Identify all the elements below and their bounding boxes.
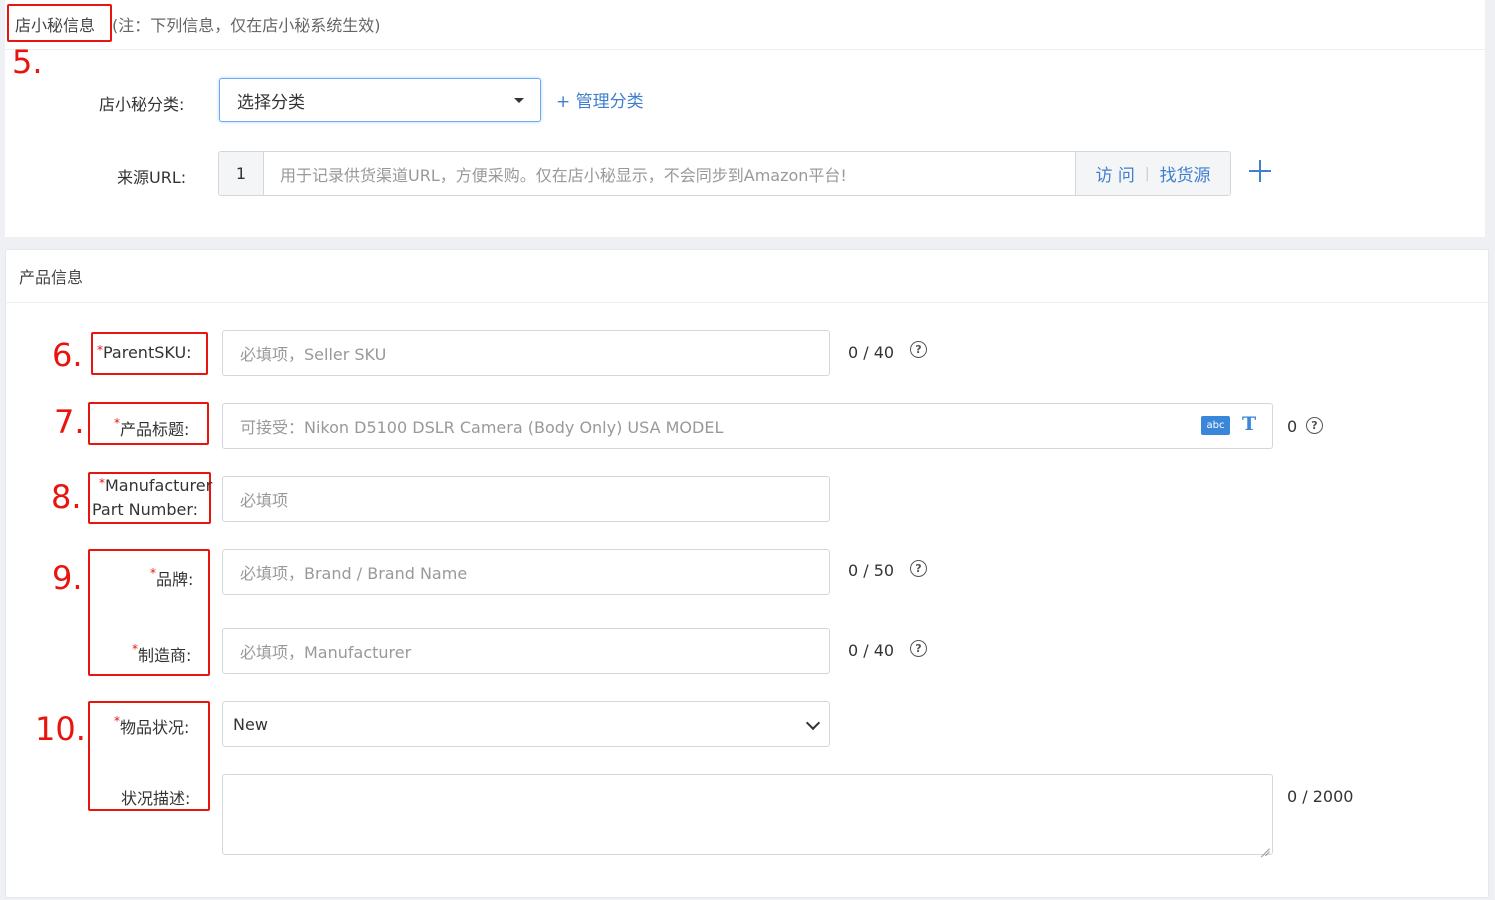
category-label: 店小秘分类: [99,95,185,114]
text-format-icon[interactable]: T [1242,413,1256,435]
spellcheck-abc-icon[interactable]: abc [1201,416,1230,435]
condition-desc-label: 状况描述: [121,789,191,808]
manufacturer-label: *制造商: [132,642,191,666]
manufacturer-label-text: 制造商: [138,646,192,665]
mpn-label-line2: Part Number: [92,500,199,519]
annotation-number-6: 6. [52,336,83,374]
product-section-title: 产品信息 [19,268,84,287]
find-supplier-button[interactable]: 找货源 [1160,161,1211,186]
product-title-label: *产品标题: [114,416,189,440]
help-icon[interactable]: ? [910,640,927,657]
annotation-box-5 [7,4,112,42]
manufacturer-counter: 0 / 40 [848,641,895,660]
visit-button[interactable]: 访 问 [1095,161,1134,186]
action-separator: | [1144,165,1150,182]
help-icon[interactable]: ? [910,560,927,577]
parent-sku-input[interactable]: 必填项，Seller SKU [222,330,830,376]
condition-select-value: New [233,714,268,734]
source-url-actions: 访 问 | 找货源 [1075,152,1230,195]
manage-category-link[interactable]: + 管理分类 [556,87,644,112]
resize-grip-icon[interactable] [1260,842,1270,852]
product-title-label-text: 产品标题: [120,420,190,439]
annotation-number-10: 10. [35,710,86,748]
manufacturer-input[interactable]: 必填项，Manufacturer [222,628,830,674]
condition-label: *物品状况: [114,714,189,738]
annotation-number-9: 9. [52,559,83,597]
category-select[interactable]: 选择分类 [219,78,541,122]
parent-sku-label: *ParentSKU: [97,343,192,362]
mpn-label-line1: *Manufacturer [99,476,212,495]
store-section-note: (注：下列信息，仅在店小秘系统生效) [112,16,381,35]
product-title-input[interactable]: 可接受：Nikon D5100 DSLR Camera (Body Only) … [222,403,1273,449]
help-icon[interactable]: ? [1306,417,1323,434]
mpn-input[interactable]: 必填项 [222,476,830,522]
brand-counter: 0 / 50 [848,561,895,580]
condition-label-text: 物品状况: [120,718,190,737]
annotation-number-8: 8. [51,478,82,516]
source-url-label: 来源URL: [117,168,187,187]
help-icon[interactable]: ? [910,341,927,358]
brand-label-text: 品牌: [156,570,194,589]
annotation-number-5: 5. [12,43,43,81]
chevron-down-icon [805,715,821,731]
parent-sku-label-text: ParentSKU: [103,343,192,362]
mpn-label-line1-text: Manufacturer [105,476,213,495]
condition-select[interactable]: New [222,701,830,747]
source-url-index: 1 [219,152,264,195]
source-url-input[interactable]: 用于记录供货渠道URL，方便采购。仅在店小秘显示，不会同步到Amazon平台! [264,152,1075,195]
condition-desc-counter: 0 / 2000 [1287,787,1354,806]
add-url-plus-icon[interactable] [1249,160,1271,182]
parent-sku-counter: 0 / 40 [848,343,895,362]
section-divider [5,49,1485,50]
annotation-number-7: 7. [54,403,85,441]
brand-label: *品牌: [150,566,193,590]
brand-input[interactable]: 必填项，Brand / Brand Name [222,549,830,595]
condition-desc-textarea[interactable] [222,774,1273,855]
section-divider [6,302,1488,303]
category-select-value: 选择分类 [237,92,305,113]
caret-down-icon [514,98,524,103]
product-title-counter: 0 [1287,417,1298,436]
source-url-group: 1 用于记录供货渠道URL，方便采购。仅在店小秘显示，不会同步到Amazon平台… [218,151,1231,196]
